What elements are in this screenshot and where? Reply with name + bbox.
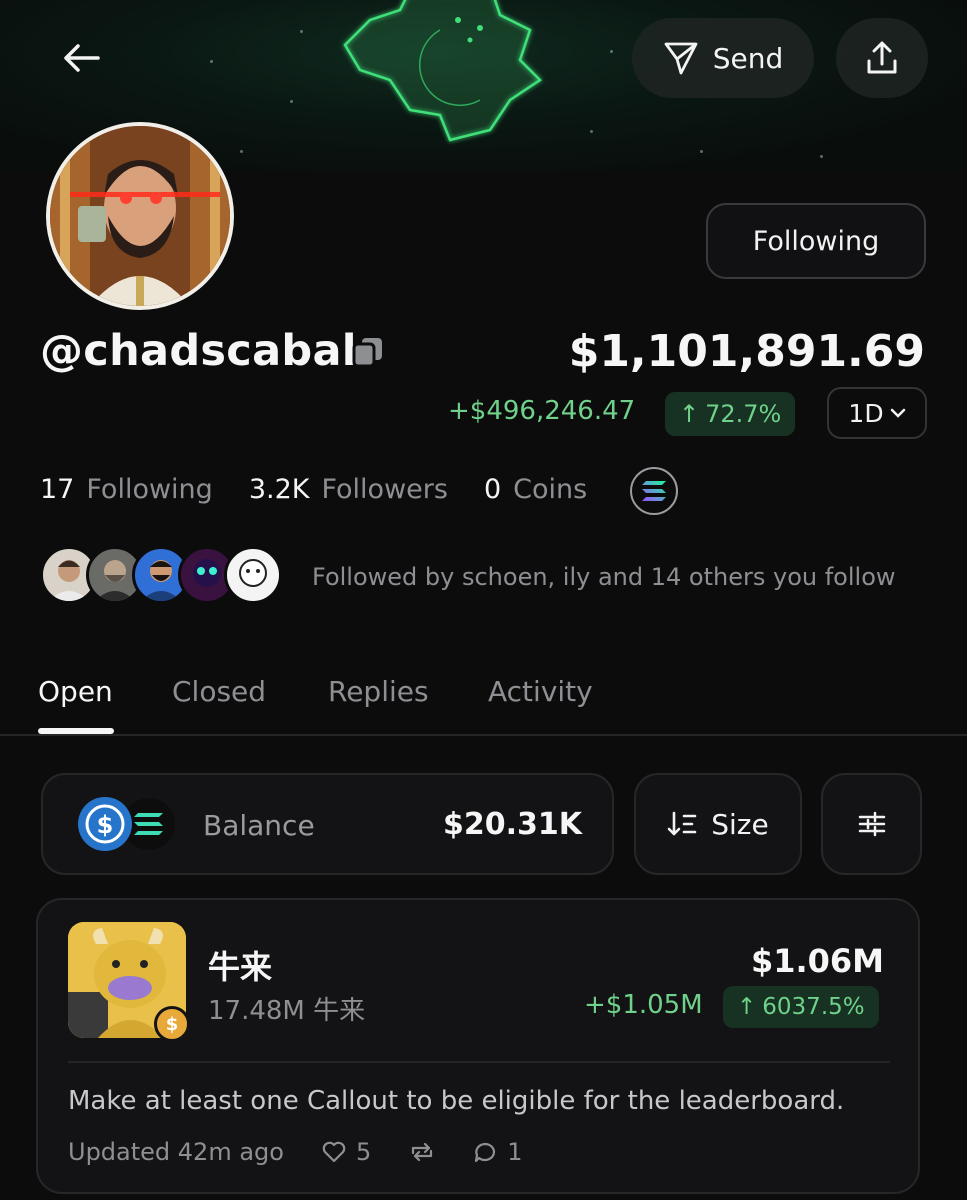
token-value: $1.06M	[750, 942, 884, 980]
token-pnl-badge: ↑ 6037.5%	[723, 986, 879, 1028]
copy-icon[interactable]	[350, 334, 386, 370]
stat-label: Following	[86, 474, 213, 505]
usdc-solana-icon: $	[78, 797, 175, 851]
tab-closed[interactable]: Closed	[172, 675, 266, 708]
profile-stats: 17 Following 3.2K Followers 0 Coins	[40, 474, 587, 505]
tab-open[interactable]: Open	[38, 675, 113, 708]
range-label: 1D	[848, 398, 884, 428]
token-name: 牛来	[208, 948, 273, 986]
tab-replies[interactable]: Replies	[328, 675, 429, 708]
arrow-left-icon	[64, 44, 100, 72]
comment-button[interactable]: 1	[473, 1138, 523, 1166]
banner-map-art	[343, 0, 542, 142]
portfolio-pnl-badge: ↑ 72.7%	[665, 392, 796, 436]
send-button[interactable]: Send	[632, 18, 814, 98]
token-pnl-percent: 6037.5%	[762, 994, 865, 1020]
stat-count: 3.2K	[248, 474, 310, 505]
send-label: Send	[712, 41, 784, 75]
profile-tabs: Open Closed Replies Activity	[0, 665, 967, 736]
sort-size-button[interactable]: Size	[634, 773, 802, 875]
heart-icon	[322, 1141, 346, 1163]
updated-time: Updated 42m ago	[68, 1138, 284, 1166]
repost-icon	[412, 1142, 433, 1162]
position-card[interactable]: $ 牛来 17.48M 牛来 $1.06M +$1.05M ↑ 6037.5% …	[36, 898, 920, 1194]
like-button[interactable]: 5	[322, 1138, 371, 1166]
back-button[interactable]	[52, 32, 110, 84]
mutual-avatar	[224, 546, 282, 604]
portfolio-pnl: +$496,246.47	[448, 396, 636, 426]
stat-following[interactable]: 17 Following	[40, 474, 213, 505]
stat-followers[interactable]: 3.2K Followers	[249, 474, 448, 505]
stat-count: 0	[483, 474, 502, 505]
solana-icon[interactable]	[630, 467, 678, 515]
token-amount: 17.48M 牛来	[208, 996, 366, 1026]
comment-count: 1	[507, 1138, 523, 1166]
profile-avatar	[46, 122, 234, 310]
filter-button[interactable]	[821, 773, 922, 875]
stat-count: 17	[40, 474, 75, 505]
mutual-followers-text[interactable]: Followed by schoen, ily and 14 others yo…	[312, 563, 896, 591]
svg-text:$: $	[97, 811, 114, 839]
sliders-icon	[858, 811, 885, 837]
callout-message: Make at least one Callout to be eligible…	[68, 1086, 845, 1116]
comment-icon	[475, 1142, 496, 1163]
send-icon	[664, 42, 698, 75]
portfolio-value: $1,101,891.69	[568, 326, 925, 377]
share-icon	[867, 41, 897, 74]
position-meta: Updated 42m ago 5 1	[68, 1138, 523, 1166]
arrow-up-icon: ↑	[679, 400, 700, 428]
balance-label: Balance	[203, 809, 315, 842]
profile-handle: @chadscabal	[40, 326, 357, 376]
range-selector[interactable]: 1D	[827, 387, 927, 439]
active-tab-indicator	[38, 728, 114, 734]
following-button[interactable]: Following	[706, 203, 926, 279]
like-count: 5	[355, 1138, 372, 1166]
chevron-down-icon	[890, 408, 905, 418]
coin-badge-icon: $	[154, 1006, 190, 1042]
balance-card[interactable]: $ Balance $20.31K	[41, 773, 614, 875]
balance-value: $20.31K	[442, 807, 582, 842]
arrow-up-icon: ↑	[737, 994, 757, 1020]
avatar-illustration	[50, 126, 230, 306]
mutual-followers-avatars[interactable]	[40, 546, 282, 606]
stat-coins[interactable]: 0 Coins	[484, 474, 587, 505]
sort-label: Size	[711, 807, 769, 841]
repost-button[interactable]	[409, 1141, 435, 1163]
tab-activity[interactable]: Activity	[488, 675, 593, 708]
portfolio-pnl-percent: 72.7%	[705, 400, 782, 428]
card-divider	[68, 1061, 890, 1063]
sort-icon	[667, 811, 697, 836]
stat-label: Coins	[513, 474, 588, 505]
share-button[interactable]	[836, 18, 928, 98]
stat-label: Followers	[321, 474, 448, 505]
token-pnl: +$1.05M	[584, 990, 703, 1020]
